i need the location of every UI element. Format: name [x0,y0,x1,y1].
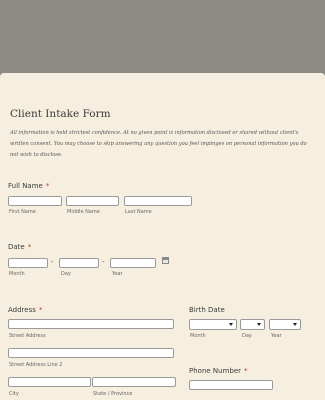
date-label-text: Date [8,243,25,251]
street-address-input[interactable] [8,319,174,329]
required-asterisk: * [45,182,50,190]
first-name-input[interactable] [8,196,62,206]
full-name-label-text: Full Name [8,182,43,190]
street-address-line2-sublabel: Street Address Line 2 [9,362,63,368]
last-name-input[interactable] [124,196,192,206]
birth-year-select[interactable] [269,319,301,330]
date-month-sublabel: Month [9,271,25,277]
address-label: Address * [8,306,42,314]
street-address-line2-input[interactable] [8,348,174,358]
state-province-input[interactable] [92,377,176,387]
required-asterisk: * [27,243,32,251]
phone-number-label: Phone Number * [189,367,248,375]
page-header-band [0,0,325,75]
phone-number-label-text: Phone Number [189,367,242,375]
address-label-text: Address [8,306,36,314]
middle-name-sublabel: Middle Name [67,209,100,215]
date-year-sublabel: Year [112,271,123,277]
date-month-input[interactable] [8,258,48,268]
form-intro-text: All information is held strictest confid… [10,130,307,158]
birth-year-sublabel: Year [271,333,282,339]
date-day-sublabel: Day [61,271,71,277]
birth-month-sublabel: Month [190,333,206,339]
phone-number-input[interactable] [189,380,273,390]
state-province-sublabel: State / Province [93,391,133,397]
middle-name-input[interactable] [66,196,119,206]
birth-month-select[interactable] [189,319,237,330]
last-name-sublabel: Last Name [125,209,152,215]
city-sublabel: City [9,391,19,397]
city-input[interactable] [8,377,91,387]
chevron-down-icon [293,323,297,326]
date-separator: - [51,258,54,266]
date-day-input[interactable] [59,258,99,268]
birth-date-label: Birth Date [189,306,225,314]
required-asterisk: * [38,306,43,314]
first-name-sublabel: First Name [9,209,36,215]
date-separator: - [102,258,105,266]
date-label: Date * [8,243,31,251]
calendar-icon[interactable] [162,257,169,264]
birth-day-sublabel: Day [242,333,252,339]
form-title: Client Intake Form [10,108,111,120]
required-asterisk: * [244,367,248,375]
street-address-sublabel: Street Address [9,333,46,339]
chevron-down-icon [229,323,233,326]
chevron-down-icon [257,323,261,326]
full-name-label: Full Name * [8,182,49,190]
birth-day-select[interactable] [240,319,265,330]
date-year-input[interactable] [110,258,156,268]
